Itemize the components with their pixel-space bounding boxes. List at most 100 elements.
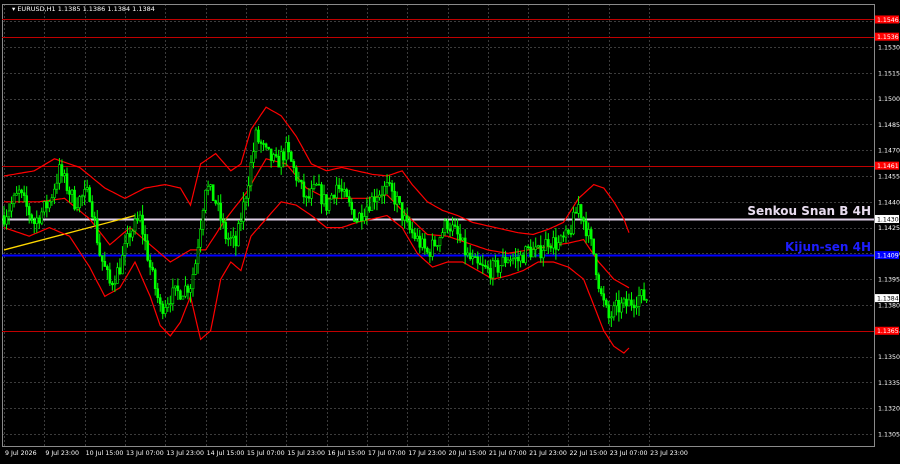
candle-body <box>199 228 202 248</box>
candle-body <box>282 151 286 161</box>
candle-body <box>433 239 437 246</box>
candle-body <box>620 302 623 313</box>
price-tag-label: 1.1365 <box>877 328 899 335</box>
candle-body <box>272 154 275 161</box>
candle-body <box>310 188 313 199</box>
candle-body <box>201 210 205 230</box>
candle-body <box>254 129 258 152</box>
candle-body <box>259 141 263 144</box>
candle-body <box>65 173 69 191</box>
candle-body <box>138 214 142 221</box>
candle-body <box>363 216 366 221</box>
candle-body <box>121 255 124 275</box>
candle-body <box>85 187 89 190</box>
candle-body <box>161 303 165 314</box>
candle-body <box>426 247 429 253</box>
candle-body <box>431 239 434 257</box>
candle-body <box>300 179 303 183</box>
candle-body <box>524 246 527 264</box>
candle-body <box>547 239 550 247</box>
candle-body <box>247 185 250 199</box>
candle-body <box>552 237 555 249</box>
candle-body <box>352 209 356 222</box>
candle-body <box>186 285 190 293</box>
candle-body <box>380 194 384 197</box>
y-tick-label: 1.1335 <box>878 380 900 387</box>
candle-body <box>166 303 170 308</box>
candle-body <box>204 189 207 211</box>
candle-body <box>473 256 477 258</box>
candle-body <box>405 215 409 222</box>
candle-body <box>617 299 621 313</box>
candle-body <box>610 316 613 319</box>
candle-body <box>562 235 565 238</box>
candle-body <box>375 197 379 203</box>
x-axis: 9 Jul 2026 9 Jul 23:00 10 Jul 15:00 13 Jul … <box>5 450 688 457</box>
candle-body <box>448 228 452 232</box>
candle-body <box>10 203 13 212</box>
candle-body <box>484 265 487 267</box>
candle-body <box>50 197 54 202</box>
current-price-label: 1.1384 <box>877 295 899 302</box>
candle-body <box>481 264 485 266</box>
candle-body <box>501 256 505 267</box>
candle-body <box>599 288 603 295</box>
candle-body <box>70 189 74 195</box>
candle-body <box>615 299 618 307</box>
candle-body <box>244 197 248 203</box>
candle-body <box>544 239 548 251</box>
candle-body <box>413 232 417 239</box>
candle-body <box>594 253 598 276</box>
candle-body <box>390 183 394 192</box>
candle-body <box>383 185 386 196</box>
candle-body <box>234 235 238 247</box>
candle-body <box>521 254 525 264</box>
candle-body <box>408 220 412 230</box>
candle-body <box>529 246 532 258</box>
price-tag-label: 1.1546 <box>877 17 899 24</box>
candle-body <box>277 155 280 168</box>
candle-body <box>237 223 240 247</box>
candle-body <box>635 306 638 309</box>
candle-body <box>113 283 117 286</box>
candle-body <box>88 187 91 202</box>
candle-body <box>579 204 583 218</box>
candle-body <box>645 299 648 301</box>
candle-body <box>22 192 26 196</box>
candle-body <box>446 220 449 230</box>
y-tick-label: 1.1455 <box>878 173 900 180</box>
candle-body <box>436 245 439 247</box>
annotation-label: Kijun-sen 4H <box>785 240 871 254</box>
candle-body <box>627 299 631 307</box>
candle-body <box>264 143 268 148</box>
candle-body <box>27 206 31 216</box>
candle-body <box>148 259 152 268</box>
candle-body <box>584 220 588 237</box>
candle-body <box>400 202 404 221</box>
candle-body <box>141 214 144 235</box>
candle-body <box>519 254 522 262</box>
candle-body <box>58 164 61 184</box>
candle-body <box>60 164 64 177</box>
candle-body <box>5 216 8 225</box>
chart-area[interactable]: Senkou Snan B 4H Kijun-sen 4H ▾ EURUSD,H1 … <box>0 0 900 460</box>
y-tick-label: 1.1380 <box>878 302 900 309</box>
candle-body <box>423 238 427 249</box>
candle-body <box>602 293 606 301</box>
x-tick-label: 17 Jul 07:00 <box>368 450 406 457</box>
candle-body <box>385 182 389 187</box>
candle-body <box>211 184 215 201</box>
candle-body <box>302 181 306 198</box>
candle-body <box>597 274 601 289</box>
x-tick-label: 9 Jul 2026 <box>5 450 37 457</box>
candle-body <box>239 221 243 225</box>
candle-body <box>327 198 331 211</box>
x-tick-label: 10 Jul 15:00 <box>86 450 124 457</box>
candle-body <box>504 256 507 264</box>
candle-body <box>146 240 149 261</box>
candle-body <box>206 186 210 191</box>
candle-body <box>20 189 23 194</box>
candle-body <box>607 304 611 319</box>
candle-body <box>335 184 338 198</box>
candle-body <box>136 218 139 221</box>
